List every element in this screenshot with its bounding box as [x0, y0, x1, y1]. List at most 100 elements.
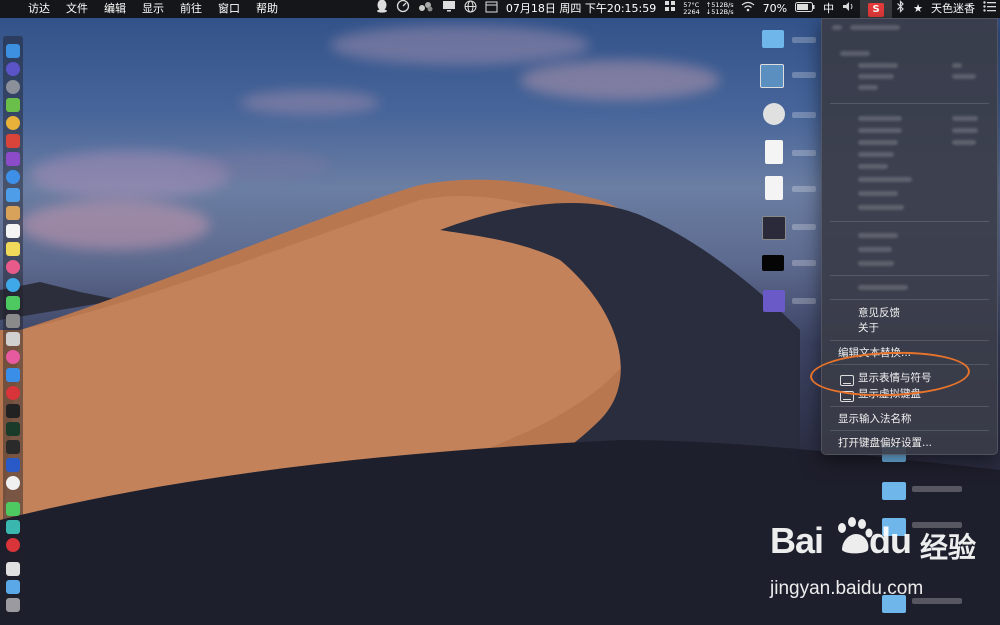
blurred-menu-item: [858, 116, 902, 121]
facetime-icon[interactable]: [6, 296, 20, 310]
desktop-txt-file-icon[interactable]: [765, 140, 783, 164]
dots-app-icon[interactable]: [414, 0, 438, 18]
star-icon[interactable]: ★: [909, 0, 927, 18]
qq-icon[interactable]: [372, 0, 392, 19]
battery-icon[interactable]: [791, 0, 819, 18]
siri-icon[interactable]: [6, 62, 20, 76]
menu-item-show-ime-name[interactable]: 显示输入法名称: [838, 412, 912, 426]
menu-finder[interactable]: 访达: [20, 0, 58, 18]
watermark-brand-left: Bai: [770, 520, 824, 561]
desktop-item-label: [792, 37, 816, 43]
notification-center-icon[interactable]: [979, 0, 1000, 18]
menu-separator: [830, 275, 989, 276]
battery-percent[interactable]: 70%: [759, 0, 791, 18]
blurred-menu-item: [952, 128, 978, 133]
network-speed[interactable]: ↑512B/s ↓512B/s: [703, 2, 737, 16]
messages-icon[interactable]: [6, 278, 20, 292]
menu-separator: [830, 103, 989, 104]
menu-item-feedback[interactable]: 意见反馈: [858, 306, 900, 320]
notes-icon[interactable]: [6, 206, 20, 220]
yandex-icon[interactable]: [6, 476, 20, 490]
trash-icon[interactable]: [6, 598, 20, 612]
mail-icon[interactable]: [6, 188, 20, 202]
menu-help[interactable]: 帮助: [248, 0, 286, 18]
sogou-menu-extra[interactable]: S: [860, 0, 893, 18]
volume-icon[interactable]: [838, 0, 860, 18]
menu-go[interactable]: 前往: [172, 0, 210, 18]
vivaldi-icon[interactable]: [6, 386, 20, 400]
desktop-item-label: [792, 150, 816, 156]
desktop-screenshot-icon[interactable]: [760, 64, 784, 88]
menu-file[interactable]: 文件: [58, 0, 96, 18]
globe-icon[interactable]: [460, 0, 481, 19]
blurred-menu-item: [858, 128, 902, 133]
blurred-menu-item: [858, 233, 898, 238]
blurred-menu-item: [858, 63, 898, 68]
android-app-icon[interactable]: [6, 98, 20, 112]
blurred-menu-item: [858, 164, 888, 169]
menu-item-open-keyboard-prefs[interactable]: 打开键盘偏好设置...: [838, 436, 932, 450]
wechat-icon[interactable]: [6, 502, 20, 516]
desktop-image-icon[interactable]: [762, 216, 786, 240]
menu-view[interactable]: 显示: [134, 0, 172, 18]
display-icon[interactable]: [438, 0, 460, 18]
itunes-icon[interactable]: [6, 350, 20, 364]
desktop-folder-icon[interactable]: [762, 30, 784, 48]
blurred-menu-item: [952, 63, 962, 68]
user-name[interactable]: 天色迷香: [927, 0, 979, 18]
menu-separator: [830, 340, 989, 341]
watermark-cn: 经验: [920, 531, 977, 564]
desktop-app-icon[interactable]: [763, 290, 785, 312]
grid-app-icon[interactable]: [660, 0, 680, 18]
script-icon[interactable]: [6, 332, 20, 346]
blurred-menu-item: [850, 25, 900, 30]
menu-item-about[interactable]: 关于: [858, 321, 879, 335]
dock: [3, 36, 23, 616]
sync-app-icon[interactable]: [6, 520, 20, 534]
blurred-menu-item: [858, 191, 898, 196]
downloads-folder-icon[interactable]: [6, 580, 20, 594]
desktop-item-label: [792, 72, 816, 78]
app-store-icon[interactable]: [6, 368, 20, 382]
bluetooth-icon[interactable]: [892, 0, 909, 19]
desktop-item-label: [912, 486, 962, 492]
menu-separator: [830, 221, 989, 222]
photos-icon[interactable]: [6, 260, 20, 274]
desktop-item-label: [792, 260, 816, 266]
safari-icon[interactable]: [6, 170, 20, 184]
calendar-icon[interactable]: [481, 0, 502, 19]
menu-edit[interactable]: 编辑: [96, 0, 134, 18]
desktop-folder-icon[interactable]: [882, 482, 906, 500]
stickies-icon[interactable]: [6, 242, 20, 256]
app-purple-icon[interactable]: [6, 152, 20, 166]
input-method-indicator[interactable]: 中: [819, 0, 838, 18]
preview-icon[interactable]: [6, 562, 20, 576]
blurred-menu-item: [858, 247, 892, 252]
finder-icon[interactable]: [6, 44, 20, 58]
blurred-menu-item: [952, 74, 976, 79]
vpn-icon[interactable]: [6, 458, 20, 472]
sogou-icon: S: [868, 3, 885, 17]
menu-separator: [830, 406, 989, 407]
app-red-icon[interactable]: [6, 134, 20, 148]
terminal-icon[interactable]: [6, 404, 20, 418]
menu-window[interactable]: 窗口: [210, 0, 248, 18]
system-stats[interactable]: 57°C 2264: [680, 2, 703, 16]
datetime-clock[interactable]: 07月18日 周四 下午20:15:59: [502, 0, 660, 18]
speed-gauge-icon[interactable]: [392, 0, 414, 19]
desktop-item-label: [792, 112, 816, 118]
system-prefs-icon[interactable]: [6, 314, 20, 328]
console-icon[interactable]: [6, 440, 20, 454]
desktop-black-image-icon[interactable]: [762, 255, 784, 271]
activity-monitor-icon[interactable]: [6, 422, 20, 436]
desktop-item-label: [792, 298, 816, 304]
launchpad-icon[interactable]: [6, 80, 20, 94]
calendar-app-icon[interactable]: [6, 224, 20, 238]
desktop-doc-file-icon[interactable]: [765, 176, 783, 200]
menu-separator: [830, 430, 989, 431]
desktop-disk-icon[interactable]: [763, 103, 785, 125]
blurred-menu-item: [952, 116, 978, 121]
wifi-icon[interactable]: [737, 0, 759, 18]
netease-music-icon[interactable]: [6, 538, 20, 552]
chrome-icon[interactable]: [6, 116, 20, 130]
